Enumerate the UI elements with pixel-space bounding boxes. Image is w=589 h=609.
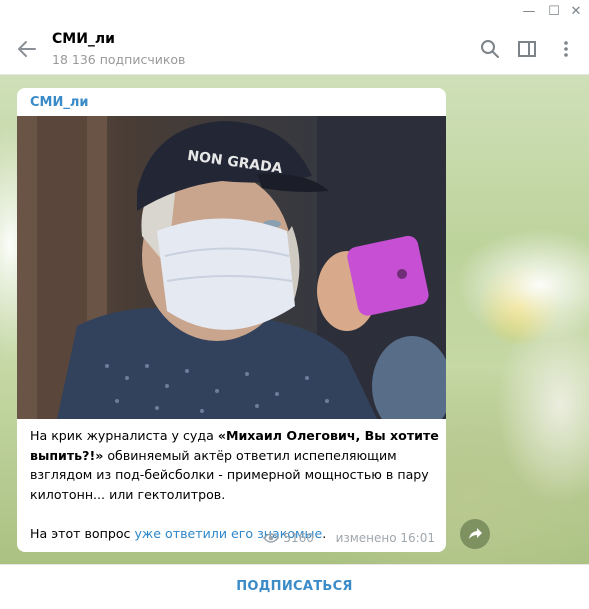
subscribe-button[interactable]: ПОДПИСАТЬСЯ <box>0 565 589 609</box>
views-count: 5160 <box>283 531 314 545</box>
message-author[interactable]: СМИ_ли <box>30 95 89 110</box>
more-vertical-icon[interactable] <box>554 37 578 61</box>
back-arrow-icon[interactable] <box>14 36 40 62</box>
search-icon[interactable] <box>478 37 502 61</box>
message-text-intro: На крик журналиста у суда <box>30 428 218 443</box>
close-button[interactable]: ✕ <box>563 2 589 22</box>
chat-header: СМИ_ли 18 136 подписчиков <box>0 24 589 75</box>
channel-title[interactable]: СМИ_ли <box>52 31 115 47</box>
window-titlebar: — ☐ ✕ <box>0 0 589 24</box>
forward-icon <box>469 528 482 539</box>
subscriber-count: 18 136 подписчиков <box>52 52 186 67</box>
views-icon <box>263 532 280 547</box>
message-photo[interactable]: NON GRADA <box>17 116 446 419</box>
bottom-bar: ПОДПИСАТЬСЯ <box>0 564 589 609</box>
message-text2-intro: На этот вопрос <box>30 525 135 541</box>
sidebar-toggle-icon[interactable] <box>515 37 539 61</box>
message-text: На крик журналиста у суда «Михаил Олегов… <box>30 426 440 543</box>
forward-button[interactable] <box>460 519 490 549</box>
minimize-button[interactable]: — <box>516 2 542 22</box>
message-meta: 5160 изменено 16:01 <box>263 531 435 547</box>
message-bubble: СМИ_ли NON GRADA На крик журналиста у су… <box>17 88 446 552</box>
edited-time: изменено 16:01 <box>335 531 435 545</box>
